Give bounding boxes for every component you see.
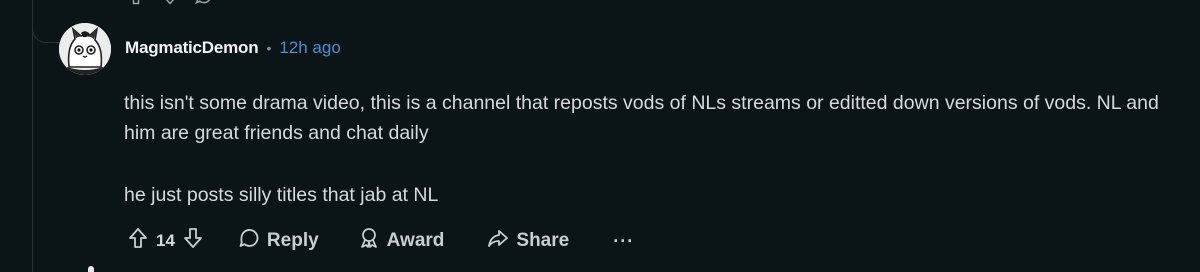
award-label: Award bbox=[386, 230, 445, 251]
comment-paragraph: he just posts silly titles that jab at N… bbox=[124, 184, 439, 206]
previous-comment-actions bbox=[126, 0, 362, 10]
downvote-icon bbox=[181, 226, 205, 256]
comment-body: this isn't some drama video, this is a c… bbox=[124, 88, 1184, 210]
share-button[interactable]: Share bbox=[486, 226, 569, 256]
comment-meta: MagmaticDemon • 12h ago bbox=[125, 36, 341, 60]
thread-connector bbox=[32, 22, 61, 43]
more-options-button[interactable]: ··· bbox=[613, 231, 634, 252]
comment-thread: MagmaticDemon • 12h ago this isn't some … bbox=[0, 0, 1200, 272]
downvote-button[interactable] bbox=[181, 226, 205, 256]
thread-line[interactable] bbox=[32, 0, 33, 272]
timestamp-link[interactable]: 12h ago bbox=[279, 38, 340, 58]
share-icon bbox=[486, 226, 510, 256]
more-icon: ··· bbox=[613, 230, 635, 251]
next-comment-avatar-stub bbox=[88, 266, 94, 272]
upvote-icon bbox=[126, 226, 150, 256]
avatar[interactable] bbox=[59, 23, 111, 75]
reply-button[interactable]: Reply bbox=[237, 226, 319, 256]
reply-button[interactable] bbox=[194, 0, 254, 12]
reply-icon bbox=[237, 226, 261, 256]
downvote-icon[interactable] bbox=[160, 0, 180, 12]
award-button[interactable]: Award bbox=[357, 226, 445, 256]
reply-label: Reply bbox=[266, 230, 319, 251]
award-icon bbox=[357, 226, 381, 256]
comment-paragraph: this isn't some drama video, this is a c… bbox=[124, 92, 1159, 144]
upvote-icon[interactable] bbox=[126, 0, 146, 12]
comment-action-bar: 14 Reply Award Share ··· bbox=[126, 226, 634, 256]
separator-dot: • bbox=[266, 40, 272, 56]
vote-count: 14 bbox=[156, 231, 175, 250]
username-link[interactable]: MagmaticDemon bbox=[125, 38, 259, 58]
upvote-button[interactable] bbox=[126, 226, 150, 256]
share-label: Share bbox=[516, 230, 570, 251]
